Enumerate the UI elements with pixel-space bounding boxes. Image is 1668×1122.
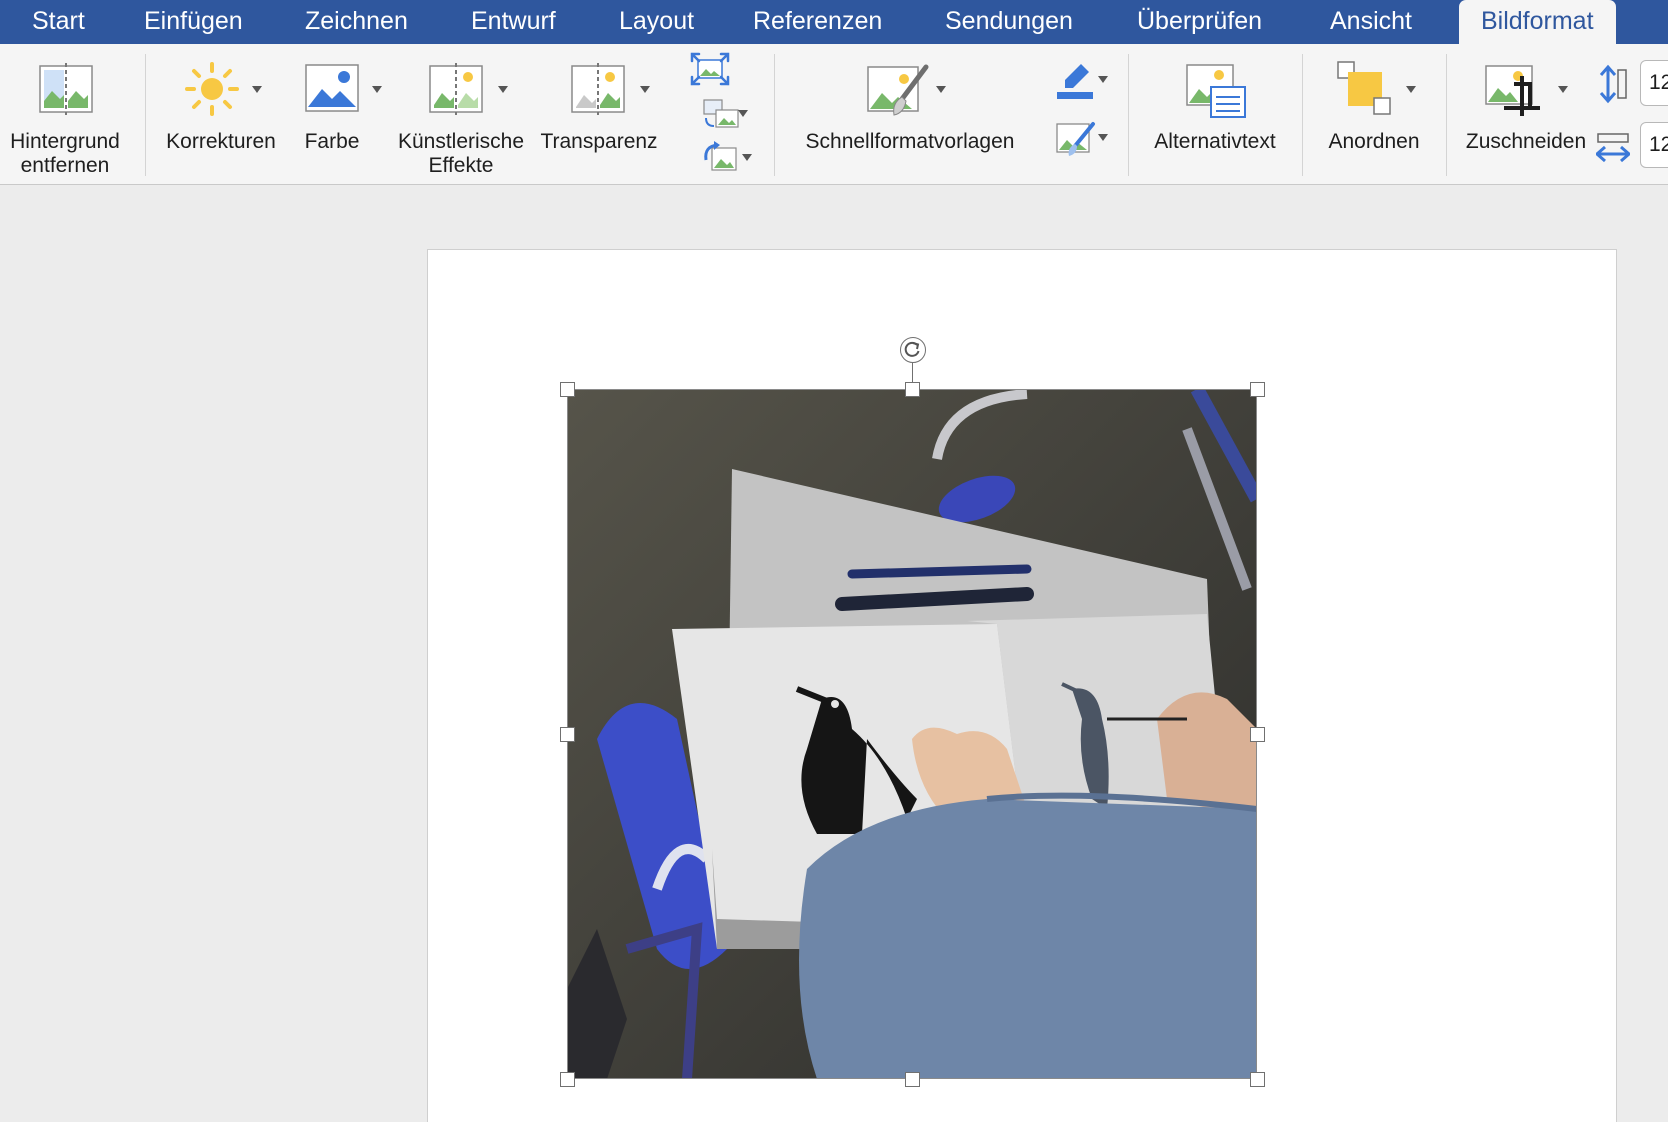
resize-handle-right[interactable]	[1250, 727, 1265, 742]
color-label: Farbe	[304, 130, 360, 153]
rotate-handle[interactable]	[900, 337, 926, 363]
alt-text-button[interactable]: Alternativtext	[1140, 44, 1290, 185]
tab-sendungen[interactable]: Sendungen	[945, 0, 1073, 44]
ribbon-separator	[145, 54, 146, 176]
tab-entwurf[interactable]: Entwurf	[471, 0, 556, 44]
tab-einfuegen[interactable]: Einfügen	[144, 0, 243, 44]
artistic-effects-button[interactable]: Künstlerische Effekte	[390, 44, 540, 185]
width-input[interactable]: 12	[1640, 122, 1668, 168]
artistic-effects-icon	[429, 63, 483, 115]
quick-styles-label: Schnellformatvorlagen	[805, 130, 1015, 153]
resize-handle-bottom-right[interactable]	[1250, 1072, 1265, 1087]
arrange-button[interactable]: Anordnen	[1314, 44, 1434, 185]
tab-ueberpruefen[interactable]: Überprüfen	[1137, 0, 1262, 44]
picture-color-icon	[305, 64, 359, 112]
rotate-icon	[904, 341, 920, 357]
quick-styles-icon	[867, 64, 929, 116]
picture-border-button[interactable]	[1040, 60, 1110, 100]
arrange-label: Anordnen	[1328, 130, 1420, 153]
ribbon-separator	[1302, 54, 1303, 176]
chevron-down-icon	[1098, 76, 1108, 83]
remove-background-label-line1: Hintergrund	[10, 130, 120, 153]
chevron-down-icon	[738, 110, 748, 117]
tab-referenzen[interactable]: Referenzen	[753, 0, 882, 44]
crop-button[interactable]: Zuschneiden	[1456, 44, 1596, 185]
resize-handle-bottom[interactable]	[905, 1072, 920, 1087]
tab-ansicht[interactable]: Ansicht	[1330, 0, 1412, 44]
sun-icon	[185, 62, 239, 116]
alt-text-label: Alternativtext	[1154, 130, 1276, 153]
transparency-label: Transparenz	[540, 130, 658, 153]
height-input[interactable]: 12	[1640, 60, 1668, 106]
picture-content	[567, 389, 1257, 1079]
corrections-label: Korrekturen	[166, 130, 276, 153]
ribbon-separator	[1446, 54, 1447, 176]
ribbon-separator	[774, 54, 775, 176]
corrections-button[interactable]: Korrekturen	[160, 44, 290, 185]
tab-zeichnen[interactable]: Zeichnen	[305, 0, 408, 44]
color-button[interactable]: Farbe	[290, 44, 390, 185]
height-label-icon	[1596, 64, 1630, 104]
picture-effects-button[interactable]	[1040, 118, 1110, 158]
remove-background-label-line2: entfernen	[20, 154, 110, 177]
compress-pictures-icon	[690, 52, 730, 86]
inserted-picture[interactable]	[567, 389, 1257, 1079]
chevron-down-icon	[498, 86, 508, 93]
remove-background-button[interactable]: Hintergrund entfernen	[0, 44, 130, 185]
compress-pictures-button[interactable]	[690, 52, 730, 86]
reset-picture-button[interactable]	[690, 140, 752, 174]
transparency-button[interactable]: Transparenz	[540, 44, 670, 185]
chevron-down-icon	[1558, 86, 1568, 93]
ribbon-separator	[1128, 54, 1129, 176]
change-picture-button[interactable]	[690, 96, 750, 130]
resize-handle-top-right[interactable]	[1250, 382, 1265, 397]
tab-start[interactable]: Start	[32, 0, 85, 44]
ribbon-bildformat: Hintergrund entfernen Korrekturen Farbe	[0, 44, 1668, 185]
tab-bildformat[interactable]: Bildformat	[1459, 0, 1616, 44]
resize-handle-top[interactable]	[905, 382, 920, 397]
chevron-down-icon	[252, 86, 262, 93]
width-label-icon	[1594, 126, 1632, 166]
alt-text-icon	[1186, 64, 1246, 118]
ribbon-tab-bar: Start Einfügen Zeichnen Entwurf Layout R…	[0, 0, 1668, 44]
arrange-icon	[1337, 61, 1391, 115]
width-icon	[1594, 133, 1632, 163]
picture-border-icon	[1057, 64, 1093, 99]
chevron-down-icon	[1406, 86, 1416, 93]
resize-handle-bottom-left[interactable]	[560, 1072, 575, 1087]
chevron-down-icon	[640, 86, 650, 93]
resize-handle-left[interactable]	[560, 727, 575, 742]
quick-styles-button[interactable]: Schnellformatvorlagen	[790, 44, 1030, 185]
chevron-down-icon	[372, 86, 382, 93]
crop-icon	[1485, 65, 1540, 116]
remove-background-icon	[39, 63, 93, 115]
crop-label: Zuschneiden	[1465, 130, 1587, 153]
change-picture-icon	[703, 99, 739, 128]
picture-effects-icon	[1056, 122, 1095, 156]
chevron-down-icon	[1098, 134, 1108, 141]
chevron-down-icon	[742, 154, 752, 161]
tab-layout[interactable]: Layout	[619, 0, 694, 44]
height-icon	[1599, 64, 1627, 104]
resize-handle-top-left[interactable]	[560, 382, 575, 397]
artistic-effects-label-line1: Künstlerische	[397, 130, 525, 153]
transparency-icon	[571, 63, 625, 115]
artistic-effects-label-line2: Effekte	[428, 154, 494, 177]
chevron-down-icon	[936, 86, 946, 93]
reset-picture-icon	[704, 141, 737, 171]
